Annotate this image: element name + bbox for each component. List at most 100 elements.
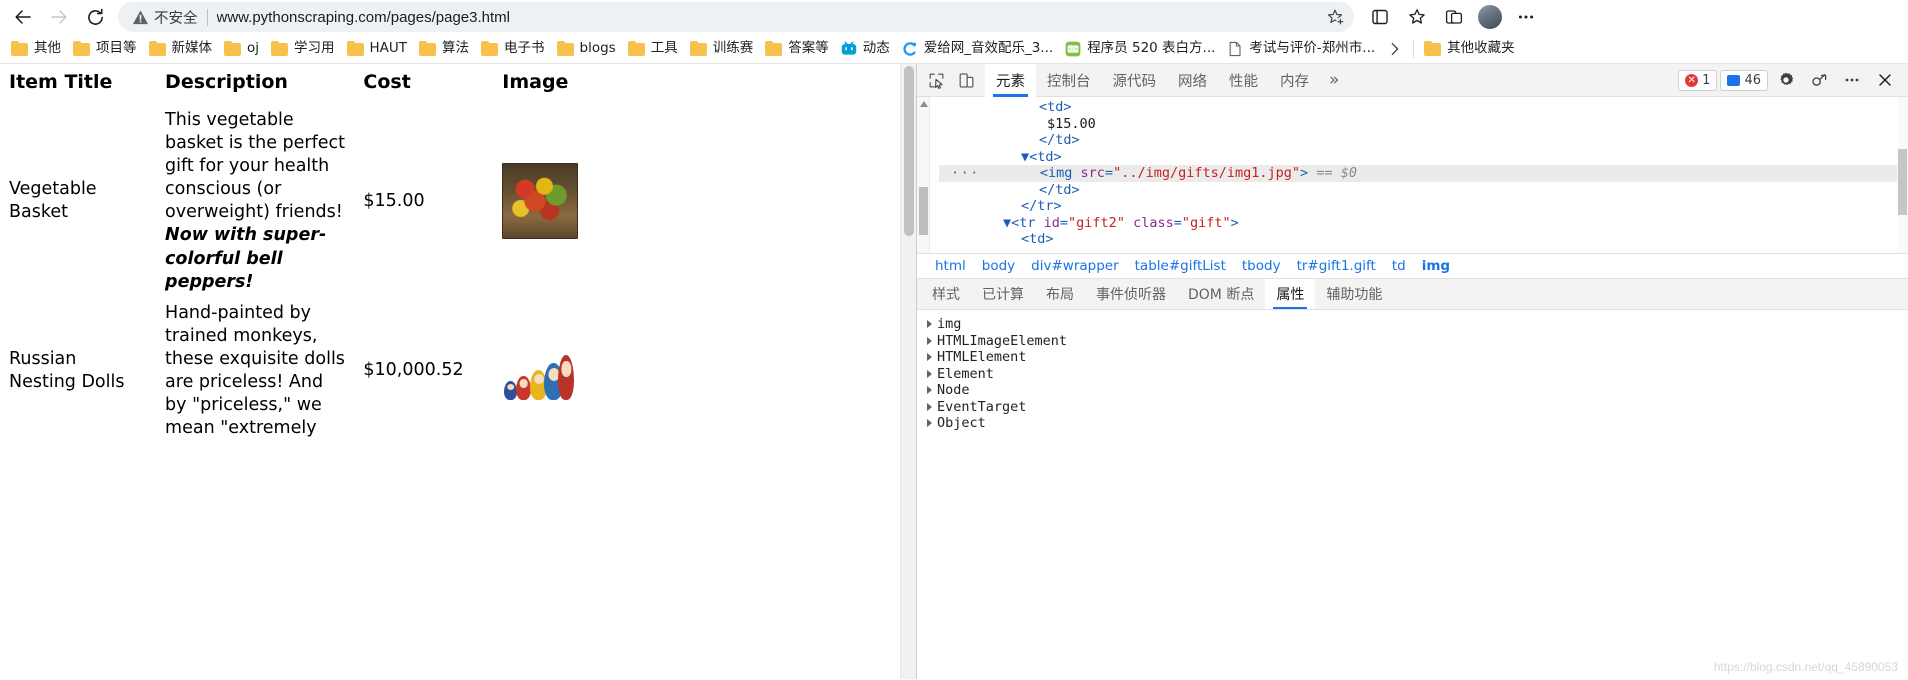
dom-line[interactable]: $15.00	[939, 116, 1908, 133]
property-row[interactable]: HTMLElement	[925, 349, 1908, 366]
breadcrumb-item-tbody[interactable]: tbody	[1234, 258, 1289, 274]
expand-triangle-icon[interactable]	[927, 336, 932, 345]
message-count-badge[interactable]: 46	[1720, 69, 1768, 91]
dom-line[interactable]: </tr>	[939, 198, 1908, 215]
bookmark-label: 工具	[650, 39, 678, 56]
devtools-settings-button[interactable]	[1771, 67, 1801, 94]
bookmark-item[interactable]: 爱给网_音效配乐_3...	[897, 38, 1060, 60]
breadcrumb-item-div-wrapper[interactable]: div#wrapper	[1023, 258, 1126, 274]
browser-essentials-button[interactable]	[1436, 2, 1472, 32]
property-row[interactable]: EventTarget	[925, 399, 1908, 416]
bookmark-item[interactable]: 新媒体	[144, 38, 220, 59]
reload-button[interactable]	[78, 2, 112, 32]
forward-button[interactable]	[42, 2, 76, 32]
expand-triangle-icon[interactable]	[927, 419, 932, 428]
tab-network[interactable]: 网络	[1167, 64, 1218, 97]
bookmarks-overflow-button[interactable]	[1382, 36, 1408, 62]
subtab-properties[interactable]: 属性	[1265, 279, 1316, 309]
dom-line[interactable]: <td>	[939, 99, 1908, 116]
subtab-event-listeners[interactable]: 事件侦听器	[1085, 279, 1177, 309]
bookmark-item[interactable]: 算法	[414, 38, 476, 59]
subtab-styles[interactable]: 样式	[921, 279, 971, 309]
description-emphasis: Now with super-colorful bell peppers!	[165, 225, 327, 292]
breadcrumb-item-body[interactable]: body	[974, 258, 1023, 274]
dom-tree[interactable]: <td> $15.00 </td> ▼<td> ··· <img src="../…	[917, 97, 1908, 253]
expand-triangle-icon[interactable]	[927, 386, 932, 395]
property-row[interactable]: Object	[925, 415, 1908, 432]
breadcrumb-item-td[interactable]: td	[1384, 258, 1414, 274]
page-scrollbar[interactable]	[900, 64, 916, 679]
close-devtools-button[interactable]	[1870, 67, 1900, 94]
tab-sources[interactable]: 源代码	[1102, 64, 1168, 97]
tab-performance[interactable]: 性能	[1218, 64, 1269, 97]
device-toggle-icon	[959, 72, 973, 88]
breadcrumb-item-img[interactable]: img	[1414, 258, 1458, 274]
folder-icon	[11, 41, 28, 56]
dom-tree-scrollbar-right[interactable]	[1897, 97, 1908, 253]
dom-line[interactable]: </td>	[939, 182, 1908, 199]
bookmark-item[interactable]: 其他	[6, 38, 68, 59]
devtools-more-options-button[interactable]	[1837, 67, 1867, 94]
settings-and-more-button[interactable]	[1508, 2, 1544, 32]
folder-icon	[346, 41, 364, 56]
breadcrumb-item-tr-gift1[interactable]: tr#gift1.gift	[1289, 258, 1384, 274]
subtab-computed[interactable]: 已计算	[971, 279, 1035, 309]
subtab-dom-breakpoints[interactable]: DOM 断点	[1177, 279, 1265, 309]
bookmark-item[interactable]: 学习用	[266, 38, 342, 59]
bookmark-item[interactable]: 考试与评价-郑州市...	[1222, 38, 1382, 60]
breadcrumb-item-table-giftlist[interactable]: table#giftList	[1127, 258, 1234, 274]
profile-button[interactable]	[1473, 2, 1507, 32]
property-row[interactable]: Node	[925, 382, 1908, 399]
property-row[interactable]: img	[925, 316, 1908, 333]
bookmark-item[interactable]: 动态	[836, 38, 897, 60]
property-row[interactable]: Element	[925, 366, 1908, 383]
collections-button[interactable]	[1362, 2, 1398, 32]
vegetable-basket-image[interactable]	[502, 163, 579, 240]
properties-tree[interactable]: img HTMLImageElement HTMLElement Element…	[917, 310, 1908, 679]
tab-memory[interactable]: 内存	[1269, 64, 1320, 97]
dom-tree-scrollbar-thumb[interactable]	[919, 187, 928, 235]
bookmark-item[interactable]: 电子书	[476, 38, 552, 59]
bookmark-item[interactable]: blogs	[552, 38, 623, 59]
devtools-toolbar: 元素 控制台 源代码 网络 性能 内存 » ✕ 1 46	[917, 63, 1908, 97]
error-count-badge[interactable]: ✕ 1	[1678, 69, 1718, 91]
dom-tree-scrollbar[interactable]	[917, 97, 930, 253]
expand-triangle-icon[interactable]	[927, 320, 932, 329]
subtab-accessibility[interactable]: 辅助功能	[1315, 279, 1393, 309]
other-bookmarks-button[interactable]: 其他收藏夹	[1419, 38, 1522, 59]
device-toolbar-button[interactable]	[951, 67, 981, 94]
bookmark-item[interactable]: 项目等	[68, 38, 144, 59]
page-scrollbar-thumb[interactable]	[904, 66, 914, 236]
expand-triangle-icon[interactable]	[927, 353, 932, 362]
inspect-element-button[interactable]	[921, 67, 951, 94]
undock-devtools-button[interactable]	[1804, 67, 1834, 94]
more-tabs-button[interactable]: »	[1320, 64, 1348, 97]
property-row[interactable]: HTMLImageElement	[925, 333, 1908, 350]
favorite-star-icon[interactable]	[1322, 4, 1348, 30]
favorites-button[interactable]	[1399, 2, 1435, 32]
bookmark-item[interactable]: 训练赛	[685, 38, 761, 59]
dom-tree-scrollbar-right-thumb[interactable]	[1898, 149, 1907, 215]
dom-line[interactable]: <td>	[939, 231, 1908, 248]
dom-line[interactable]: ▼<tr id="gift2" class="gift">	[939, 215, 1908, 232]
tab-console[interactable]: 控制台	[1036, 64, 1102, 97]
table-header-row: Item Title Description Cost Image	[0, 64, 890, 105]
item-title: Vegetable Basket	[9, 179, 97, 223]
address-bar[interactable]: 不安全 www.pythonscraping.com/pages/page3.h…	[118, 2, 1354, 32]
back-button[interactable]	[6, 2, 40, 32]
breadcrumb-item-html[interactable]: html	[927, 258, 974, 274]
expand-triangle-icon[interactable]	[927, 369, 932, 378]
dom-line[interactable]: ▼<td>	[939, 149, 1908, 166]
bookmark-item[interactable]: 答案等	[760, 38, 836, 59]
bookmark-item[interactable]: HAUT	[342, 38, 415, 59]
tab-elements[interactable]: 元素	[985, 63, 1036, 97]
dom-line[interactable]: </td>	[939, 132, 1908, 149]
expand-triangle-icon[interactable]	[927, 402, 932, 411]
russian-nesting-dolls-image[interactable]	[502, 340, 577, 403]
bookmark-item[interactable]: 工具	[623, 38, 685, 59]
bookmark-item[interactable]: oj	[219, 38, 266, 59]
scroll-up-arrow-icon[interactable]	[920, 101, 928, 107]
dom-line-selected[interactable]: ··· <img src="../img/gifts/img1.jpg"> == …	[939, 165, 1908, 182]
subtab-layout[interactable]: 布局	[1035, 279, 1085, 309]
bookmark-item[interactable]: </> 程序员 520 表白方...	[1060, 38, 1222, 60]
